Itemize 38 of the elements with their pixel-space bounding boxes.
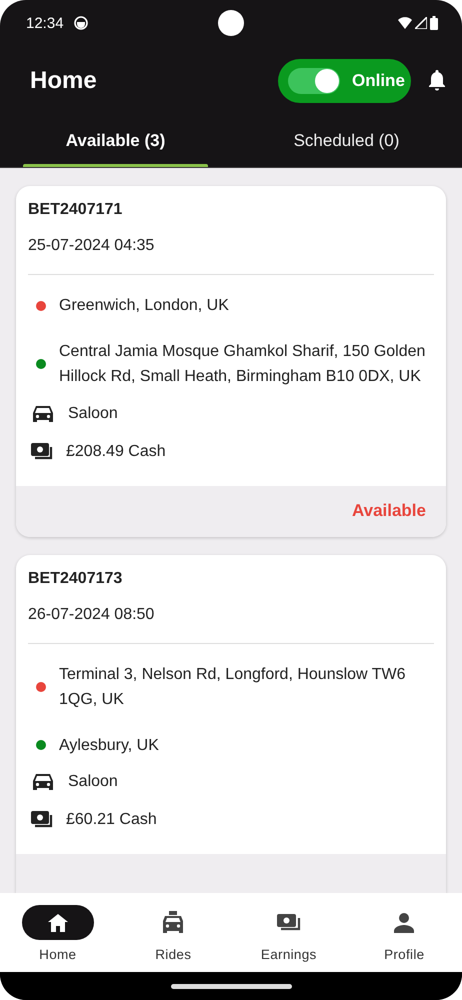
status-time: 12:34: [26, 14, 64, 32]
tab[interactable]: Scheduled (0): [231, 115, 462, 167]
home-icon: [48, 914, 68, 932]
bell-icon[interactable]: [428, 70, 446, 91]
page-title: Home: [30, 66, 97, 94]
ride-card[interactable]: BET2407171 25-07-2024 04:35 Greenwich, London, UK Central Jamia Mosque Ghamkol Sharif, 150 Golden Hillock Rd, Small Heath, Birmingham B10 0DX, UK Saloon £208.49 Cash Available: [16, 186, 446, 536]
money-icon: [30, 442, 54, 462]
booking-datetime: 25-07-2024 04:35: [28, 236, 156, 256]
wifi-icon: [398, 17, 412, 29]
online-toggle[interactable]: Online: [278, 58, 411, 102]
address-text: Aylesbury, UK: [59, 736, 159, 756]
ride-status: Available: [352, 501, 426, 521]
fare-text: £208.49 Cash: [66, 442, 166, 462]
fare-text: £60.21 Cash: [66, 810, 157, 830]
person-icon: [394, 912, 414, 932]
vehicle-type: Saloon: [68, 772, 118, 792]
money-icon: [30, 810, 54, 830]
vehicle-type: Saloon: [68, 404, 118, 424]
taxi-icon: [162, 910, 184, 934]
tab[interactable]: Available (3): [0, 115, 231, 167]
car-icon: [32, 772, 54, 792]
address-text: Terminal 3, Nelson Rd, Longford, Hounslow TW6 1QG, UK: [59, 664, 407, 710]
signal-icon: [415, 17, 427, 29]
booking-datetime: 26-07-2024 08:50: [28, 604, 156, 624]
camera-cutout: [218, 10, 244, 36]
notification-icon: [74, 16, 88, 30]
car-icon: [32, 404, 54, 424]
nav-item[interactable]: Profile: [346, 893, 462, 972]
address-text: Greenwich, London, UK: [59, 296, 229, 316]
nav-item[interactable]: Home: [0, 893, 116, 972]
money-icon: [276, 912, 302, 932]
nav-item[interactable]: Rides: [116, 893, 231, 972]
battery-icon: [430, 16, 438, 30]
nav-item[interactable]: Earnings: [231, 893, 346, 972]
booking-id: BET2407171: [28, 200, 124, 220]
booking-id: BET2407173: [28, 568, 124, 588]
ride-card[interactable]: BET2407173 26-07-2024 08:50 Terminal 3, Nelson Rd, Longford, Hounslow TW6 1QG, UK Aylesbury, UK Saloon £60.21 Cash: [16, 554, 446, 893]
address-text: Central Jamia Mosque Ghamkol Sharif, 150 Golden Hillock Rd, Small Heath, Birmingham B10 0DX, UK: [59, 342, 426, 387]
